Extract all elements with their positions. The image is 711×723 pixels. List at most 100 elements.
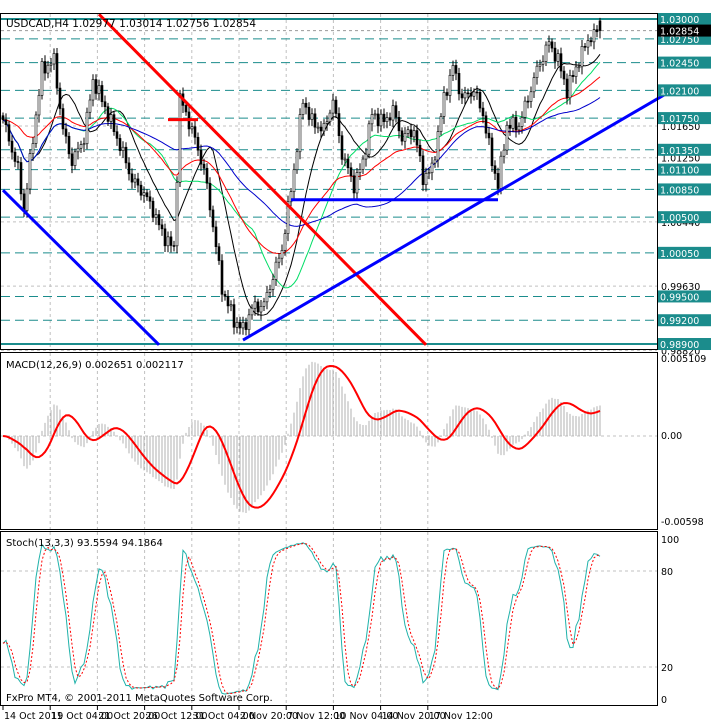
chart-window[interactable]: 14 Oct 2011 19 Oct 04:00 21 Oct 20:00 26 Oc… <box>0 0 711 723</box>
candle <box>214 226 218 248</box>
candle <box>178 93 182 183</box>
candle <box>79 144 83 149</box>
candle <box>115 131 119 139</box>
chart-svg[interactable]: 14 Oct 201119 Oct 04:0021 Oct 20:0026 Oc… <box>0 0 711 723</box>
level-label: 0.99500 <box>660 292 699 303</box>
level-label: 1.00850 <box>660 185 699 196</box>
candle <box>88 99 92 113</box>
candle <box>52 53 56 65</box>
candle <box>358 169 362 173</box>
candle <box>460 93 464 99</box>
candle <box>319 126 323 132</box>
candle <box>505 124 509 151</box>
candle <box>346 158 350 169</box>
candle <box>430 162 434 174</box>
candle <box>361 158 365 170</box>
candle <box>283 233 287 251</box>
candle <box>511 116 515 129</box>
candle <box>445 92 449 96</box>
candle <box>583 46 587 48</box>
candle <box>442 92 446 117</box>
candle <box>355 172 359 194</box>
candle <box>160 224 164 230</box>
candle <box>595 29 599 33</box>
candle <box>34 114 38 144</box>
candle <box>517 126 521 131</box>
candle <box>367 123 371 155</box>
candle <box>352 175 356 194</box>
candle <box>229 304 233 307</box>
candle <box>145 192 149 198</box>
candle <box>322 123 326 132</box>
candle <box>19 162 23 195</box>
candle <box>550 41 554 49</box>
candle <box>244 322 248 330</box>
candle <box>37 94 41 116</box>
candle <box>526 100 530 103</box>
candle <box>301 102 305 115</box>
candle <box>25 188 29 211</box>
candle <box>4 119 8 125</box>
candle <box>205 167 209 184</box>
candle <box>499 155 503 189</box>
candle <box>172 245 176 247</box>
candle <box>316 126 320 129</box>
stoch-axis-label: 0 <box>661 695 667 706</box>
candle <box>223 293 227 297</box>
stoch-axis-label: 100 <box>661 535 679 546</box>
candle <box>571 75 575 77</box>
candle <box>523 100 527 118</box>
candle <box>403 133 407 142</box>
candle <box>433 159 437 164</box>
macd-label: MACD(12,26,9) 0.002651 0.002117 <box>6 360 184 371</box>
red-trendline[interactable] <box>97 13 428 346</box>
candle <box>424 173 428 185</box>
macd-panel <box>1 361 657 513</box>
candle <box>382 113 386 122</box>
candle <box>412 130 416 138</box>
candle <box>427 172 431 175</box>
candle <box>532 77 536 93</box>
blue-trendline[interactable] <box>242 89 673 342</box>
candle <box>589 40 593 43</box>
candle <box>565 78 569 99</box>
level-label: 1.01100 <box>660 166 699 177</box>
candle <box>70 153 74 166</box>
stoch-d-line <box>2 542 601 695</box>
candle <box>337 113 341 136</box>
candle <box>100 85 104 103</box>
candle <box>91 79 95 101</box>
candle <box>16 161 20 163</box>
candle <box>529 91 533 102</box>
candle <box>292 169 296 193</box>
candle <box>121 146 125 151</box>
candle <box>40 61 44 96</box>
candle <box>556 53 560 62</box>
candle <box>208 182 212 211</box>
blue-trendline[interactable] <box>1 189 161 346</box>
candle <box>463 92 467 99</box>
candle <box>502 149 506 157</box>
candle <box>61 108 65 130</box>
candle <box>598 20 602 31</box>
candle <box>577 66 581 69</box>
candle <box>373 113 377 116</box>
candle <box>127 162 131 175</box>
candle <box>295 151 299 171</box>
candle <box>166 236 170 247</box>
candle <box>466 92 470 95</box>
level-label: 1.02450 <box>660 59 699 70</box>
level-label: 1.02100 <box>660 86 699 97</box>
candle <box>199 149 203 165</box>
candle <box>139 184 143 196</box>
candle <box>568 75 572 99</box>
candle <box>241 322 245 329</box>
candle <box>142 192 146 196</box>
candle <box>391 105 395 121</box>
candle <box>211 209 215 228</box>
candle <box>13 151 17 162</box>
candle <box>277 257 281 263</box>
candle <box>109 114 113 122</box>
candle <box>436 131 440 161</box>
candle <box>487 132 491 139</box>
